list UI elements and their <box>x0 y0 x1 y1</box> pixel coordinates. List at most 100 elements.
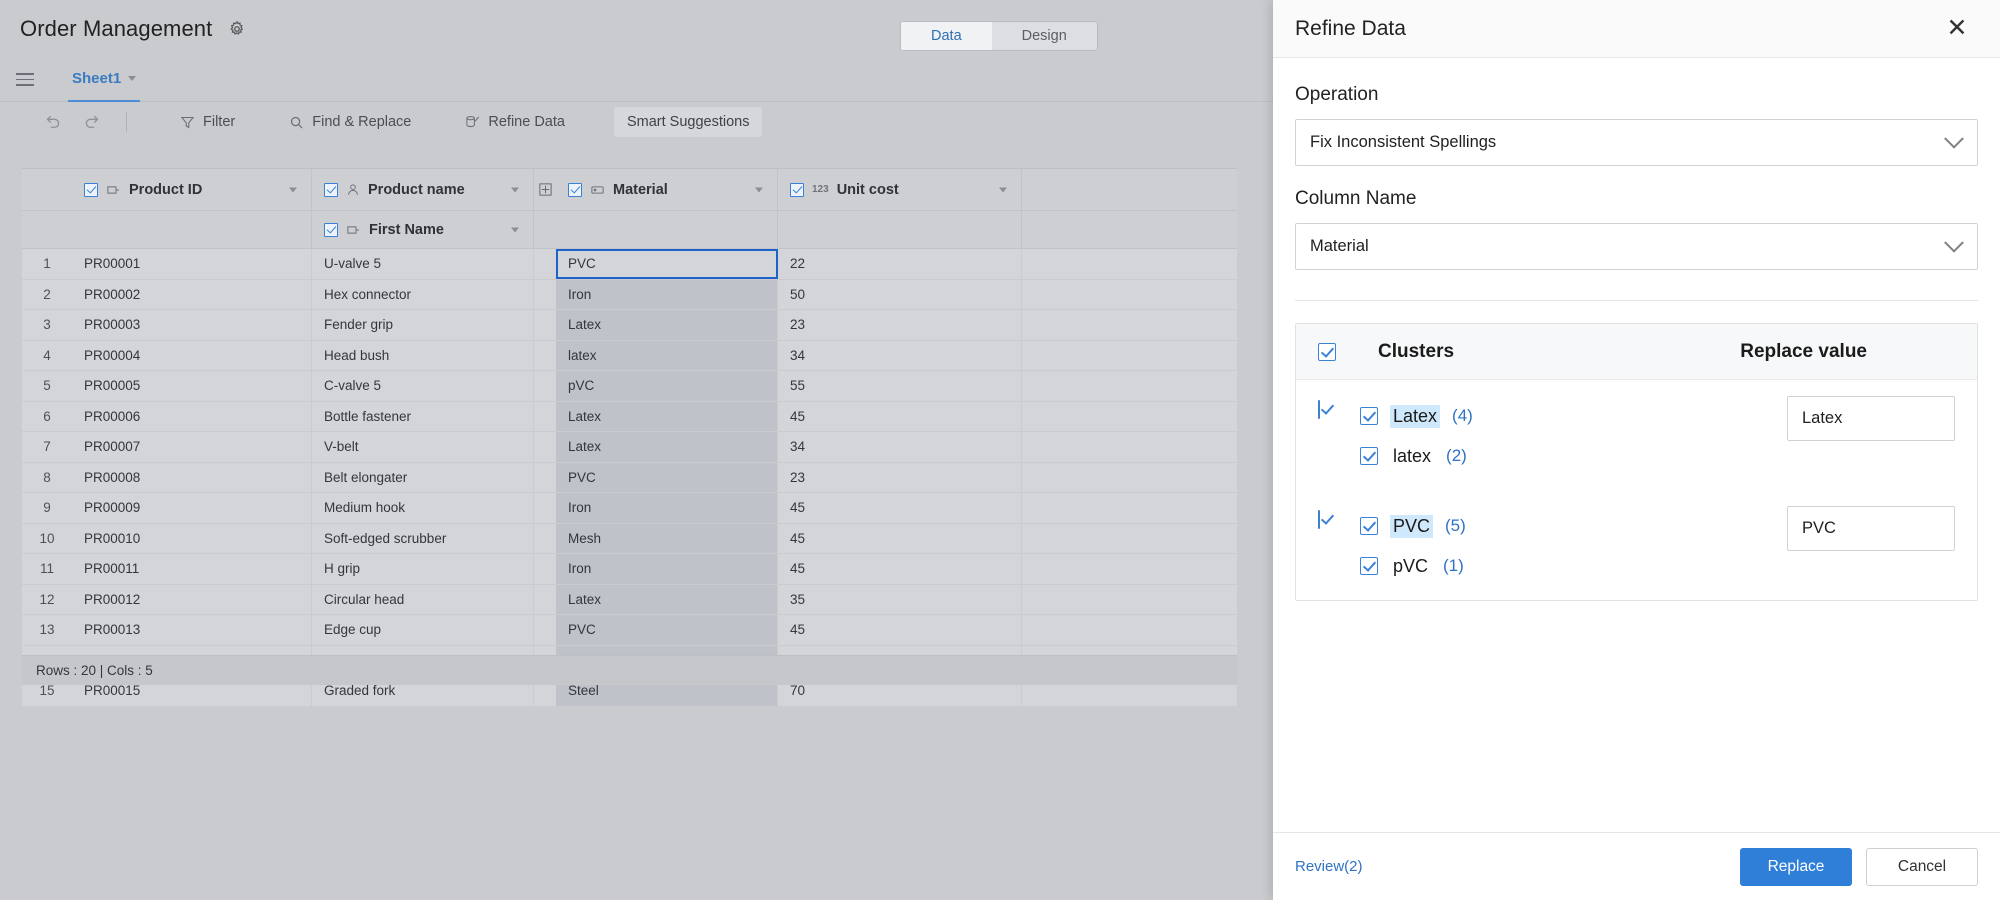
cell-material[interactable]: Iron <box>556 554 778 584</box>
cell-product-id[interactable]: PR00006 <box>72 402 312 432</box>
table-row[interactable]: 8PR00008Belt elongaterPVC23 <box>22 463 1237 494</box>
cell-material[interactable]: Iron <box>556 493 778 523</box>
cell-unit-cost[interactable]: 34 <box>778 432 1022 462</box>
chevron-down-icon[interactable] <box>128 76 136 81</box>
cell-unit-cost[interactable]: 45 <box>778 524 1022 554</box>
column-checkbox-first-name[interactable] <box>324 223 338 237</box>
sheet-tab-sheet1[interactable]: Sheet1 <box>68 58 140 102</box>
operation-select[interactable]: Fix Inconsistent Spellings <box>1295 119 1978 166</box>
column-menu-chevron-first-name[interactable] <box>511 227 519 232</box>
cell-material[interactable]: Latex <box>556 310 778 340</box>
cell-material[interactable]: Latex <box>556 585 778 615</box>
segment-data[interactable]: Data <box>901 22 992 50</box>
cluster-item[interactable]: Latex(4) <box>1360 396 1787 436</box>
column-checkbox-product-id[interactable] <box>84 183 98 197</box>
cluster-item[interactable]: latex(2) <box>1360 436 1787 476</box>
undo-icon[interactable] <box>30 107 72 137</box>
cell-unit-cost[interactable]: 23 <box>778 463 1022 493</box>
cell-material[interactable]: Latex <box>556 432 778 462</box>
table-row[interactable]: 13PR00013Edge cupPVC45 <box>22 615 1237 646</box>
cell-unit-cost[interactable]: 34 <box>778 341 1022 371</box>
cell-product-id[interactable]: PR00008 <box>72 463 312 493</box>
replace-value-input[interactable]: PVC <box>1787 506 1955 551</box>
cell-product-id[interactable]: PR00011 <box>72 554 312 584</box>
filter-button[interactable]: Filter <box>167 107 248 137</box>
cluster-item-checkbox[interactable] <box>1360 447 1378 465</box>
cell-material[interactable]: Latex <box>556 402 778 432</box>
cell-material[interactable]: PVC <box>556 615 778 645</box>
table-row[interactable]: 9PR00009Medium hookIron45 <box>22 493 1237 524</box>
cluster-item-checkbox[interactable] <box>1360 407 1378 425</box>
cell-material[interactable]: PVC <box>556 463 778 493</box>
cluster-item[interactable]: PVC(5) <box>1360 506 1787 546</box>
close-icon[interactable]: ✕ <box>1944 16 1970 41</box>
table-row[interactable]: 7PR00007V-beltLatex34 <box>22 432 1237 463</box>
gear-icon[interactable] <box>227 19 247 39</box>
cell-material[interactable]: PVC <box>556 249 778 279</box>
cell-product-id[interactable]: PR00007 <box>72 432 312 462</box>
cluster-item-checkbox[interactable] <box>1360 557 1378 575</box>
cell-product-name[interactable]: H grip <box>312 554 534 584</box>
column-menu-chevron-unit-cost[interactable] <box>999 187 1007 192</box>
select-all-clusters-checkbox[interactable] <box>1318 343 1336 361</box>
cluster-item[interactable]: pVC(1) <box>1360 546 1787 586</box>
cell-unit-cost[interactable]: 50 <box>778 280 1022 310</box>
cell-unit-cost[interactable]: 45 <box>778 493 1022 523</box>
cell-unit-cost[interactable]: 45 <box>778 402 1022 432</box>
table-row[interactable]: 10PR00010Soft-edged scrubberMesh45 <box>22 524 1237 555</box>
cluster-group-checkbox[interactable] <box>1318 510 1320 529</box>
cell-material[interactable]: Mesh <box>556 524 778 554</box>
cell-unit-cost[interactable]: 23 <box>778 310 1022 340</box>
table-row[interactable]: 1PR00001U-valve 5PVC22 <box>22 249 1237 280</box>
cell-product-name[interactable]: Soft-edged scrubber <box>312 524 534 554</box>
replace-button[interactable]: Replace <box>1740 848 1852 886</box>
column-menu-chevron-product-name[interactable] <box>511 187 519 192</box>
cell-unit-cost[interactable]: 35 <box>778 585 1022 615</box>
column-header-product-id[interactable]: Product ID <box>72 169 312 210</box>
cell-product-id[interactable]: PR00002 <box>72 280 312 310</box>
redo-icon[interactable] <box>72 107 114 137</box>
table-row[interactable]: 11PR00011H gripIron45 <box>22 554 1237 585</box>
table-row[interactable]: 12PR00012Circular headLatex35 <box>22 585 1237 616</box>
table-row[interactable]: 5PR00005C-valve 5pVC55 <box>22 371 1237 402</box>
column-header-unit-cost[interactable]: 123 Unit cost <box>778 169 1022 210</box>
cell-unit-cost[interactable]: 45 <box>778 615 1022 645</box>
cell-product-name[interactable]: Hex connector <box>312 280 534 310</box>
segment-design[interactable]: Design <box>992 22 1097 50</box>
column-checkbox-product-name[interactable] <box>324 183 338 197</box>
hamburger-icon[interactable] <box>16 67 42 93</box>
refine-data-button[interactable]: Refine Data <box>452 107 578 137</box>
column-menu-chevron-product-id[interactable] <box>289 187 297 192</box>
cell-product-name[interactable]: C-valve 5 <box>312 371 534 401</box>
column-checkbox-unit-cost[interactable] <box>790 183 804 197</box>
cell-unit-cost[interactable]: 55 <box>778 371 1022 401</box>
table-row[interactable]: 3PR00003Fender gripLatex23 <box>22 310 1237 341</box>
column-header-first-name[interactable]: First Name <box>312 211 534 248</box>
cell-product-name[interactable]: Bottle fastener <box>312 402 534 432</box>
cell-product-name[interactable]: Belt elongater <box>312 463 534 493</box>
cell-product-id[interactable]: PR00009 <box>72 493 312 523</box>
cell-product-name[interactable]: Circular head <box>312 585 534 615</box>
cell-product-name[interactable]: U-valve 5 <box>312 249 534 279</box>
cell-unit-cost[interactable]: 22 <box>778 249 1022 279</box>
cell-material[interactable]: Iron <box>556 280 778 310</box>
cell-product-id[interactable]: PR00001 <box>72 249 312 279</box>
table-row[interactable]: 2PR00002Hex connectorIron50 <box>22 280 1237 311</box>
cluster-item-checkbox[interactable] <box>1360 517 1378 535</box>
table-row[interactable]: 4PR00004Head bushlatex34 <box>22 341 1237 372</box>
cell-product-id[interactable]: PR00010 <box>72 524 312 554</box>
cell-product-id[interactable]: PR00004 <box>72 341 312 371</box>
cluster-group-checkbox[interactable] <box>1318 400 1320 419</box>
cell-product-name[interactable]: Medium hook <box>312 493 534 523</box>
cell-product-name[interactable]: Fender grip <box>312 310 534 340</box>
cell-product-id[interactable]: PR00012 <box>72 585 312 615</box>
cell-product-name[interactable]: V-belt <box>312 432 534 462</box>
cell-material[interactable]: latex <box>556 341 778 371</box>
cell-product-name[interactable]: Head bush <box>312 341 534 371</box>
cell-material[interactable]: pVC <box>556 371 778 401</box>
cell-product-id[interactable]: PR00003 <box>72 310 312 340</box>
replace-value-input[interactable]: Latex <box>1787 396 1955 441</box>
expand-column-icon[interactable] <box>534 182 556 197</box>
column-checkbox-material[interactable] <box>568 183 582 197</box>
cell-product-id[interactable]: PR00013 <box>72 615 312 645</box>
